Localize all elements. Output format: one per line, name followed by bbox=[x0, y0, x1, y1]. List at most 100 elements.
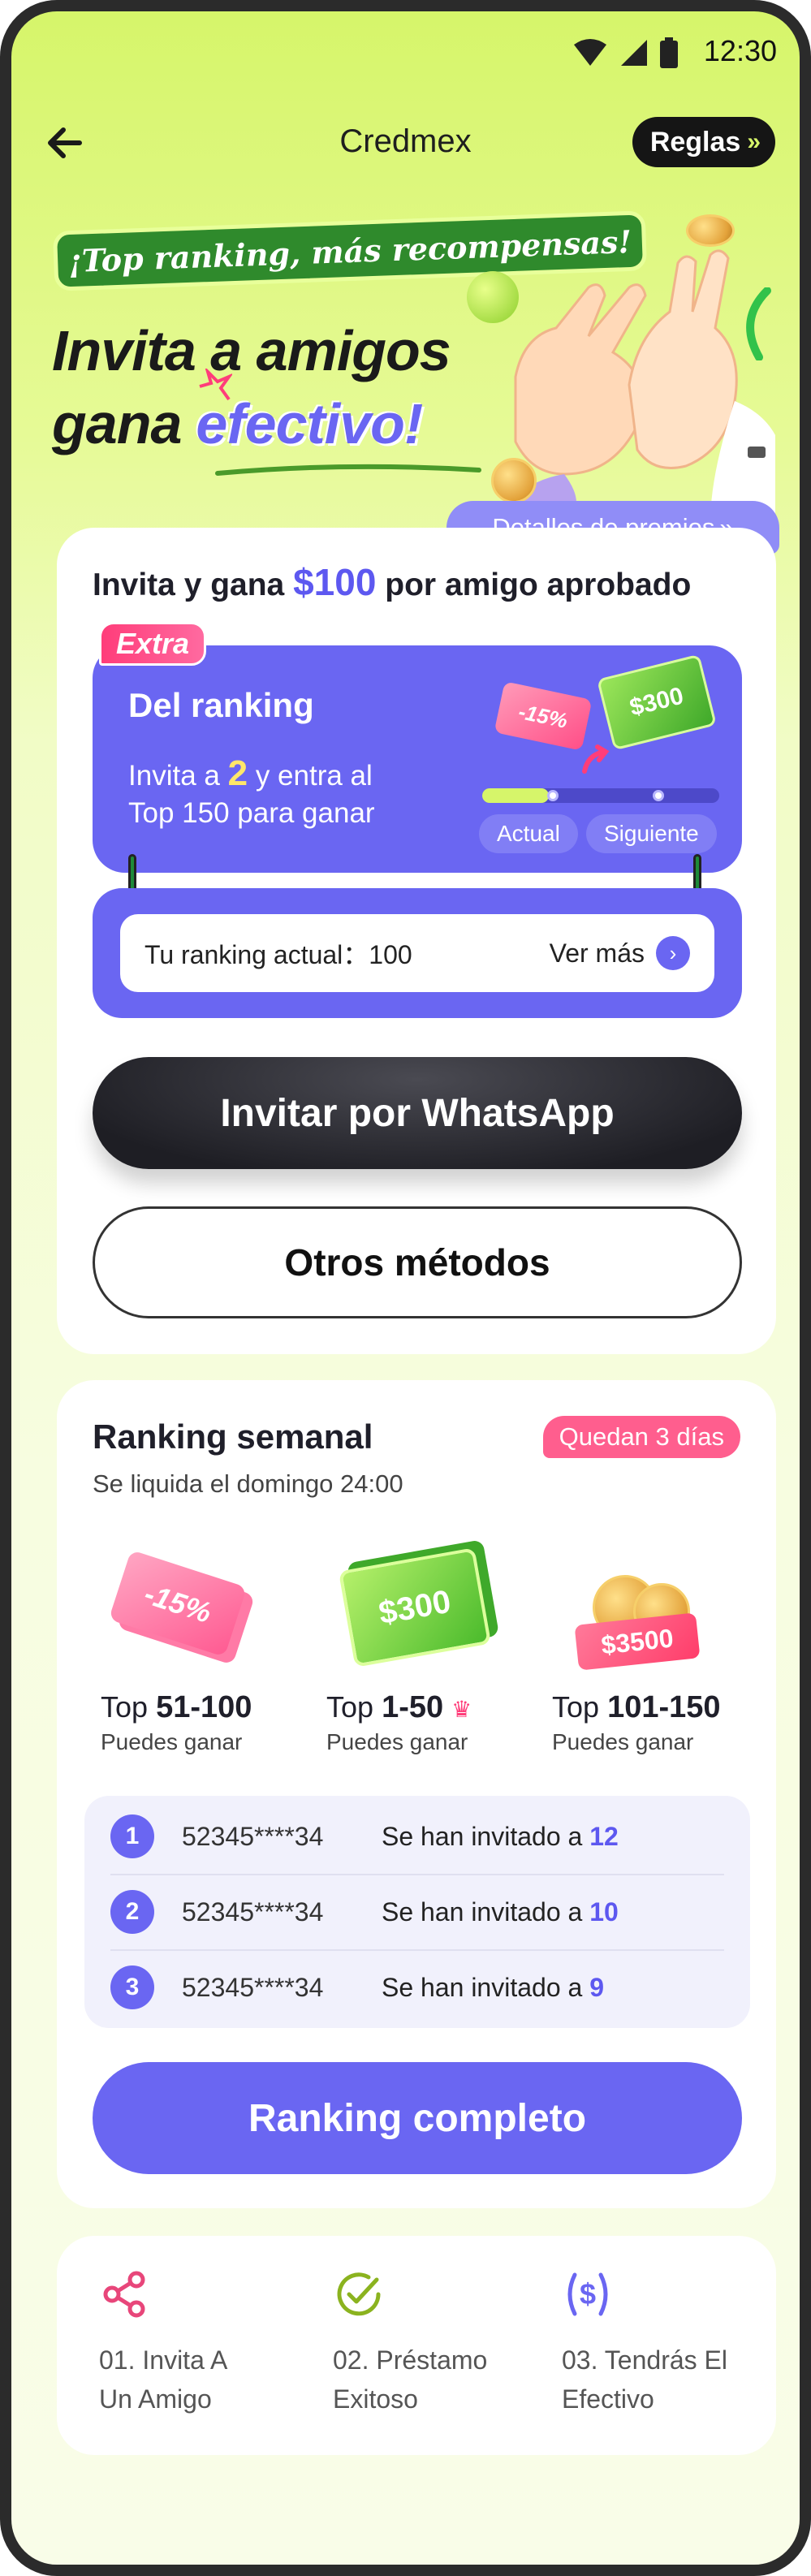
current-ranking-row[interactable]: Tu ranking actual：100 Ver más › bbox=[120, 914, 714, 992]
step-cash: $ 03. Tendrás El Efectivo bbox=[562, 2268, 773, 2419]
see-more-label: Ver más bbox=[549, 938, 645, 968]
rank-badge: 1 bbox=[110, 1814, 154, 1858]
invited-label: Se han invitado a bbox=[382, 1821, 583, 1851]
weekly-ranking-title: Ranking semanal bbox=[93, 1417, 373, 1456]
rules-label: Reglas bbox=[649, 126, 741, 157]
gain-prefix: Invita y gana bbox=[93, 567, 285, 602]
extra-desc-c: Top 150 para ganar bbox=[128, 797, 375, 829]
step-text: 03. Tendrás El Efectivo bbox=[562, 2341, 773, 2419]
ranking-progress-fill bbox=[482, 788, 549, 803]
tier-rank-range: 1-50 bbox=[382, 1690, 444, 1724]
coupon-ticket: -15% bbox=[494, 681, 593, 751]
coupon-tickets-art: -15% bbox=[93, 1534, 304, 1681]
step-line1: 01. Invita A bbox=[99, 2345, 228, 2375]
step-line2: Un Amigo bbox=[99, 2384, 212, 2414]
hero-title-line2: gana efectivo! bbox=[52, 391, 423, 456]
extra-tag: Extra bbox=[99, 622, 207, 666]
leaderboard-row: 1 52345****34 Se han invitado a 12 bbox=[84, 1799, 750, 1874]
leader-invited: Se han invitado a 9 bbox=[382, 1973, 604, 2003]
tier-1-50: $300 Top 1-50 ♛ Puedes ganar bbox=[318, 1534, 529, 1762]
progress-dot-current bbox=[547, 790, 559, 801]
cash-stack-art: $300 bbox=[318, 1534, 529, 1681]
status-icons bbox=[572, 37, 678, 68]
chevron-right-icon: › bbox=[656, 936, 690, 970]
wifi-icon bbox=[574, 39, 606, 66]
dollar-circle-icon: $ bbox=[567, 2272, 608, 2316]
steps-card: 01. Invita A Un Amigo 02. Préstamo Exitoso… bbox=[57, 2236, 776, 2455]
cash-label: $300 bbox=[627, 682, 687, 722]
hero-underline-decoration bbox=[215, 464, 481, 476]
hero-title-exclamation: ! bbox=[403, 392, 423, 455]
rules-button[interactable]: Reglas » bbox=[632, 117, 775, 167]
invite-card: Invita y gana $100 por amigo aprobado De… bbox=[57, 528, 776, 1354]
coin-stack-art: $3500 bbox=[544, 1534, 755, 1681]
tier-rank-range: 51-100 bbox=[156, 1690, 252, 1724]
current-ranking-box: Tu ranking actual：100 Ver más › bbox=[93, 888, 742, 1018]
days-left-badge: Quedan 3 días bbox=[542, 1416, 740, 1458]
signal-icon bbox=[621, 40, 647, 66]
step-invite: 01. Invita A Un Amigo bbox=[99, 2268, 310, 2419]
status-bar: 12:30 bbox=[11, 11, 800, 101]
progress-label-current: Actual bbox=[479, 814, 578, 853]
step-line1: 02. Préstamo bbox=[333, 2345, 488, 2375]
coin-decoration bbox=[686, 214, 735, 247]
hero-title-line1: Invita a amigos bbox=[52, 319, 451, 382]
invite-whatsapp-button[interactable]: Invitar por WhatsApp bbox=[93, 1057, 742, 1169]
leader-phone: 52345****34 bbox=[182, 1821, 324, 1851]
extra-desc-a: Invita a bbox=[128, 760, 220, 792]
extra-title: Del ranking bbox=[128, 686, 314, 724]
tier-rank-prefix: Top bbox=[552, 1690, 600, 1724]
tier-can-win: Puedes ganar bbox=[326, 1729, 468, 1754]
green-badge-decoration bbox=[467, 271, 519, 323]
rank-badge: 3 bbox=[110, 1965, 154, 2009]
leaderboard: 1 52345****34 Se han invitado a 12 2 523… bbox=[84, 1796, 750, 2028]
step-line2: Efectivo bbox=[562, 2384, 654, 2414]
tier-rank-prefix: Top bbox=[101, 1690, 149, 1724]
coin-prize-tag: $3500 bbox=[574, 1612, 701, 1671]
up-arrow-icon bbox=[582, 744, 610, 774]
invited-count: 10 bbox=[589, 1896, 619, 1927]
extra-desc-b: y entra al bbox=[255, 760, 373, 792]
crown-icon: ♛ bbox=[451, 1697, 472, 1722]
tier-rank: Top 101-150 bbox=[552, 1690, 721, 1725]
leader-phone: 52345****34 bbox=[182, 1896, 324, 1927]
leader-phone: 52345****34 bbox=[182, 1972, 324, 2002]
invited-count: 12 bbox=[589, 1821, 619, 1851]
tier-can-win: Puedes ganar bbox=[552, 1729, 694, 1754]
extra-description: Invita a 2 y entra al Top 150 para ganar bbox=[128, 755, 469, 832]
gain-suffix: por amigo aprobado bbox=[385, 567, 692, 602]
extra-desc-num: 2 bbox=[227, 753, 248, 793]
tier-can-win: Puedes ganar bbox=[101, 1729, 243, 1754]
tier-rank-prefix: Top bbox=[326, 1690, 374, 1724]
tier-rank: Top 51-100 bbox=[101, 1690, 252, 1725]
leader-invited: Se han invitado a 12 bbox=[382, 1822, 619, 1852]
progress-dot-next bbox=[653, 790, 664, 801]
coin-decoration bbox=[491, 458, 537, 503]
step-loan: 02. Préstamo Exitoso bbox=[333, 2268, 544, 2419]
leaderboard-row: 2 52345****34 Se han invitado a 10 bbox=[84, 1875, 750, 1949]
phone-screen: 12:30 Credmex Reglas » ¡Top ranking, más… bbox=[0, 0, 811, 2576]
tier-101-150: $3500 Top 101-150 Puedes ganar bbox=[544, 1534, 755, 1762]
invited-label: Se han invitado a bbox=[382, 1896, 583, 1927]
ranking-progress-bar bbox=[482, 788, 719, 803]
coupon-label: -15% bbox=[516, 698, 570, 733]
full-ranking-button[interactable]: Ranking completo bbox=[93, 2062, 742, 2174]
tier-51-100: -15% Top 51-100 Puedes ganar bbox=[93, 1534, 304, 1762]
tier-prize-label: $3500 bbox=[599, 1622, 675, 1660]
step-text: 02. Préstamo Exitoso bbox=[333, 2341, 544, 2419]
share-icon bbox=[103, 2271, 145, 2318]
status-time: 12:30 bbox=[703, 34, 777, 67]
cash-stack: $300 bbox=[597, 654, 717, 751]
check-circle-icon bbox=[337, 2272, 381, 2316]
current-ranking-label: Tu ranking actual：100 bbox=[145, 940, 412, 969]
tier-prize-label: -15% bbox=[140, 1577, 216, 1630]
see-more-link[interactable]: Ver más › bbox=[550, 936, 690, 970]
rank-badge: 2 bbox=[110, 1890, 154, 1934]
step-line2: Exitoso bbox=[333, 2384, 418, 2414]
tier-prize-label: $300 bbox=[376, 1583, 454, 1631]
step-line1: 03. Tendrás El bbox=[562, 2345, 727, 2375]
invite-gain-text: Invita y gana $100 por amigo aprobado bbox=[93, 560, 691, 604]
coupon-ticket-front: -15% bbox=[108, 1550, 248, 1657]
invited-label: Se han invitado a bbox=[382, 1972, 583, 2002]
other-methods-button[interactable]: Otros métodos bbox=[93, 1206, 742, 1318]
